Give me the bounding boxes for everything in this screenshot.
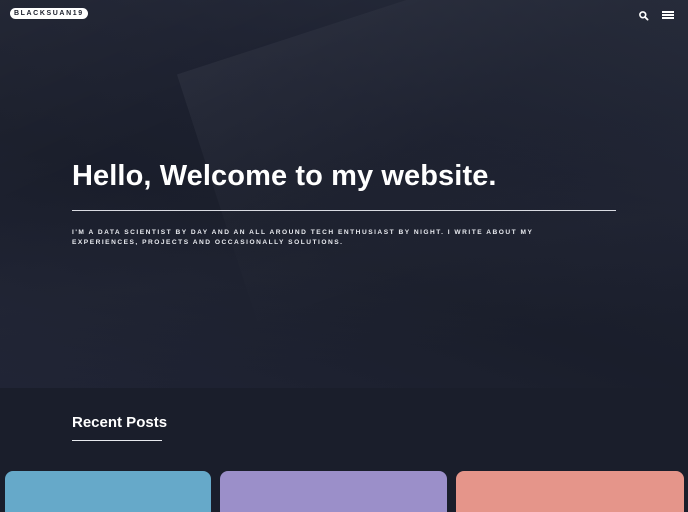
menu-icon bbox=[662, 11, 674, 13]
site-logo[interactable]: BLACKSUAN19 bbox=[10, 8, 88, 19]
hero-title: Hello, Welcome to my website. bbox=[72, 160, 497, 192]
post-card[interactable] bbox=[5, 471, 211, 512]
recent-posts-heading: Recent Posts bbox=[72, 414, 168, 431]
hero-divider bbox=[72, 210, 616, 211]
search-icon bbox=[639, 11, 649, 21]
recent-posts-divider bbox=[72, 440, 162, 441]
menu-button[interactable] bbox=[662, 10, 676, 19]
post-card[interactable] bbox=[220, 471, 447, 512]
post-card[interactable] bbox=[456, 471, 684, 512]
hero-description: I'm a data scientist by day and an all a… bbox=[72, 229, 534, 246]
menu-icon-bar bbox=[662, 17, 674, 19]
menu-icon-bar bbox=[662, 14, 674, 16]
page: BLACKSUAN19 Hello, Welcome to my website… bbox=[0, 0, 688, 512]
hero-section: BLACKSUAN19 Hello, Welcome to my website… bbox=[0, 0, 688, 388]
search-button[interactable] bbox=[638, 9, 650, 21]
